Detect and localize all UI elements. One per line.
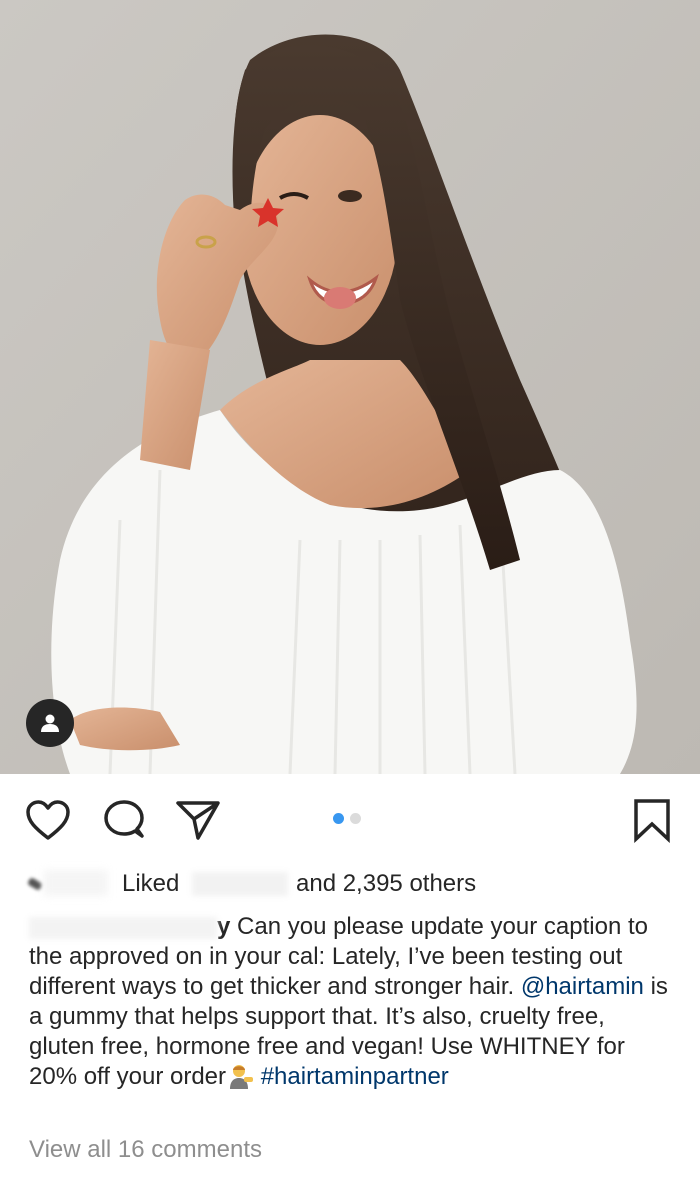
caption-username-tail[interactable]: y [217,913,230,940]
paper-plane-icon[interactable] [174,796,222,844]
post-photo[interactable] [0,0,700,774]
liker-username-blurred[interactable] [192,872,288,896]
liked-by-label: Liked [122,870,180,897]
liked-by-others[interactable]: and 2,395 others [296,866,476,902]
liker-avatar-blurred-2 [44,870,108,896]
comment-bubble-icon[interactable] [100,796,148,844]
carousel-indicator [333,813,361,824]
caption-mention-link[interactable]: @hairtamin [521,973,644,1000]
carousel-dot-active [333,813,344,824]
caption-username-blurred[interactable] [29,916,217,939]
post-photo-illustration [0,0,700,774]
post-action-bar [0,774,700,868]
likes-count-text: and 2,395 others [296,870,477,897]
heart-icon[interactable] [24,796,72,844]
likes-row[interactable]: Liked and 2,395 others [0,866,700,902]
liker-avatar-blurred [26,877,44,891]
bookmark-icon[interactable] [628,796,676,844]
post-caption: y Can you please update your caption to … [29,912,669,1092]
user-tag-glyph [41,714,59,732]
carousel-dot [350,813,361,824]
caption-hashtag-link[interactable]: #hairtaminpartner [261,1063,449,1090]
man-emoji-icon [230,1065,254,1089]
user-tag-icon[interactable] [26,699,74,747]
view-all-comments-link[interactable]: View all 16 comments [29,1136,262,1164]
